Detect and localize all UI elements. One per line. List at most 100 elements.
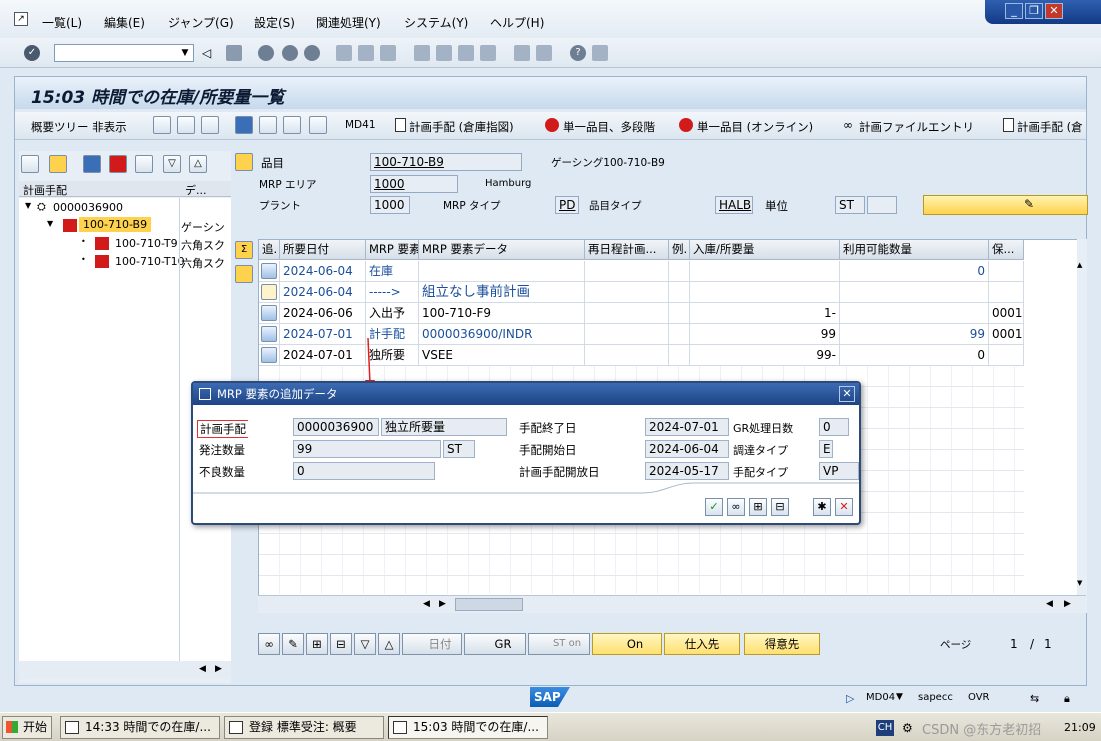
tree-col-2[interactable]: デ... bbox=[185, 182, 207, 198]
collapse-icon[interactable]: △ bbox=[189, 155, 207, 173]
scroll-left-icon[interactable]: ◀ bbox=[1046, 599, 1053, 609]
row-detail-cell[interactable] bbox=[259, 261, 280, 282]
tree-node[interactable]: • 100-710-T10 六角スク bbox=[19, 253, 231, 271]
cell-resched[interactable] bbox=[585, 345, 669, 366]
plan-order-button-2[interactable]: 計画手配 (倉 bbox=[1017, 119, 1083, 135]
document-icon[interactable] bbox=[177, 116, 195, 134]
on-button[interactable]: On bbox=[592, 633, 662, 655]
cell-exc[interactable] bbox=[669, 282, 690, 303]
hierarchy-2-icon[interactable]: ⊟ bbox=[330, 633, 352, 655]
tree-toolbar-icon-2[interactable] bbox=[49, 155, 67, 173]
expand-icon[interactable]: ▽ bbox=[163, 155, 181, 173]
row-detail-cell[interactable] bbox=[259, 303, 280, 324]
close-icon[interactable]: ✕ bbox=[839, 386, 855, 402]
cell-stor[interactable] bbox=[989, 261, 1024, 282]
finish-date-field[interactable]: 2024-07-01 bbox=[645, 418, 729, 436]
magnifier-icon[interactable] bbox=[261, 263, 277, 279]
magnifier-icon[interactable] bbox=[261, 326, 277, 342]
cell-stor[interactable] bbox=[989, 345, 1024, 366]
material-icon[interactable] bbox=[153, 116, 171, 134]
cell-qty[interactable] bbox=[690, 261, 840, 282]
single-item-online-button[interactable]: 単一品目 (オンライン) bbox=[697, 119, 813, 135]
cell-avail[interactable]: 0 bbox=[840, 261, 989, 282]
restore-icon[interactable]: ❐ bbox=[1025, 3, 1043, 19]
cell-data[interactable]: 0000036900/INDR bbox=[419, 324, 585, 345]
close-window-icon[interactable]: ✕ bbox=[1045, 3, 1063, 19]
magnifier-icon[interactable] bbox=[261, 305, 277, 321]
hierarchy-2-icon[interactable]: ⊟ bbox=[771, 498, 789, 516]
confirm-icon[interactable]: ✓ bbox=[705, 498, 723, 516]
refresh-icon[interactable] bbox=[235, 116, 253, 134]
scrap-qty-field[interactable]: 0 bbox=[293, 462, 435, 480]
cell-resched[interactable] bbox=[585, 261, 669, 282]
menu-edit[interactable]: 編集(E) bbox=[104, 14, 145, 31]
row-detail-cell[interactable] bbox=[259, 282, 280, 303]
collapse-icon[interactable]: △ bbox=[378, 633, 400, 655]
opening-date-field[interactable]: 2024-05-17 bbox=[645, 462, 729, 480]
find-next-icon[interactable] bbox=[380, 45, 396, 61]
cell-date[interactable]: 2024-06-04 bbox=[280, 282, 366, 303]
hierarchy-icon[interactable]: ⊞ bbox=[306, 633, 328, 655]
table-row[interactable]: 2024-06-04 -----> 組立なし事前計画 bbox=[259, 282, 1024, 303]
table-row[interactable]: 2024-06-04 在庫 0 bbox=[259, 261, 1024, 282]
scroll-left-icon[interactable]: ◀ bbox=[423, 599, 430, 609]
table-row[interactable]: 2024-06-06 入出予 100-710-F9 1- 0001 bbox=[259, 303, 1024, 324]
start-date-field[interactable]: 2024-06-04 bbox=[645, 440, 729, 458]
cell-exc[interactable] bbox=[669, 261, 690, 282]
refresh-icon[interactable] bbox=[83, 155, 101, 173]
scroll-thumb[interactable] bbox=[455, 598, 523, 611]
cell-date[interactable]: 2024-06-04 bbox=[280, 261, 366, 282]
column-header-exception[interactable]: 例. bbox=[669, 240, 690, 260]
cell-resched[interactable] bbox=[585, 303, 669, 324]
find-icon[interactable] bbox=[358, 45, 374, 61]
cell-data[interactable]: 組立なし事前計画 bbox=[419, 282, 585, 303]
material-field[interactable]: 100-710-B9 bbox=[370, 153, 522, 171]
hierarchy-icon[interactable] bbox=[135, 155, 153, 173]
vendor-button[interactable]: 仕入先 bbox=[664, 633, 740, 655]
plan-order-warehouse-button[interactable]: 計画手配 (倉庫指図) bbox=[409, 119, 514, 135]
person-icon[interactable] bbox=[201, 116, 219, 134]
column-header-add[interactable]: 追. bbox=[259, 240, 280, 260]
cell-data[interactable]: VSEE bbox=[419, 345, 585, 366]
tree-horizontal-scrollbar[interactable]: ◀ ▶ bbox=[19, 661, 231, 679]
alert-icon[interactable] bbox=[109, 155, 127, 173]
column-header-date[interactable]: 所要日付 bbox=[280, 240, 366, 260]
scroll-down-icon[interactable]: ▼ bbox=[1077, 579, 1082, 587]
cell-date[interactable]: 2024-07-01 bbox=[280, 345, 366, 366]
mrp-type-field[interactable]: PD bbox=[555, 196, 579, 214]
expand-icon[interactable]: ▽ bbox=[354, 633, 376, 655]
layout-icon[interactable] bbox=[592, 45, 608, 61]
unit-field[interactable]: ST bbox=[835, 196, 865, 214]
cell-stor[interactable]: 0001 bbox=[989, 324, 1024, 345]
column-header-element[interactable]: MRP 要素 bbox=[366, 240, 419, 260]
cell-stor[interactable]: 0001 bbox=[989, 303, 1024, 324]
magnifier-icon[interactable] bbox=[261, 347, 277, 363]
edit-button[interactable]: ✎ bbox=[923, 195, 1088, 215]
single-item-multilevel-button[interactable]: 単一品目、多段階 bbox=[563, 119, 655, 135]
cell-avail[interactable]: 0 bbox=[840, 345, 989, 366]
header-toggle-icon[interactable] bbox=[235, 153, 253, 171]
procurement-type-field[interactable]: E bbox=[819, 440, 833, 458]
cell-qty[interactable]: 1- bbox=[690, 303, 840, 324]
unit-extra-field[interactable] bbox=[867, 196, 897, 214]
cell-data[interactable] bbox=[419, 261, 585, 282]
row-detail-cell[interactable] bbox=[259, 345, 280, 366]
cell-exc[interactable] bbox=[669, 324, 690, 345]
command-field[interactable]: ▼ bbox=[54, 44, 194, 62]
taskbar-item[interactable]: 登録 標準受注: 概要 bbox=[224, 716, 384, 739]
plan-file-entry-button[interactable]: 計画ファイルエントリ bbox=[859, 119, 974, 135]
menu-list[interactable]: 一覧(L) bbox=[42, 14, 82, 31]
scroll-left-icon[interactable]: ◀ bbox=[199, 664, 206, 674]
status-arrow-icon[interactable]: ▷ bbox=[846, 692, 854, 705]
cell-resched[interactable] bbox=[585, 324, 669, 345]
order-unit-field[interactable]: ST bbox=[443, 440, 475, 458]
cell-stor[interactable] bbox=[989, 282, 1024, 303]
cell-date[interactable]: 2024-06-06 bbox=[280, 303, 366, 324]
plant-field[interactable]: 1000 bbox=[370, 196, 410, 214]
cell-avail[interactable]: 99 bbox=[840, 324, 989, 345]
taskbar-item[interactable]: 14:33 時間での在庫/... bbox=[60, 716, 220, 739]
new-session-icon[interactable] bbox=[514, 45, 530, 61]
column-header-available-qty[interactable]: 利用可能数量 bbox=[840, 240, 989, 260]
taskbar-item-active[interactable]: 15:03 時間での在庫/... bbox=[388, 716, 548, 739]
mrp-area-field[interactable]: 1000 bbox=[370, 175, 458, 193]
